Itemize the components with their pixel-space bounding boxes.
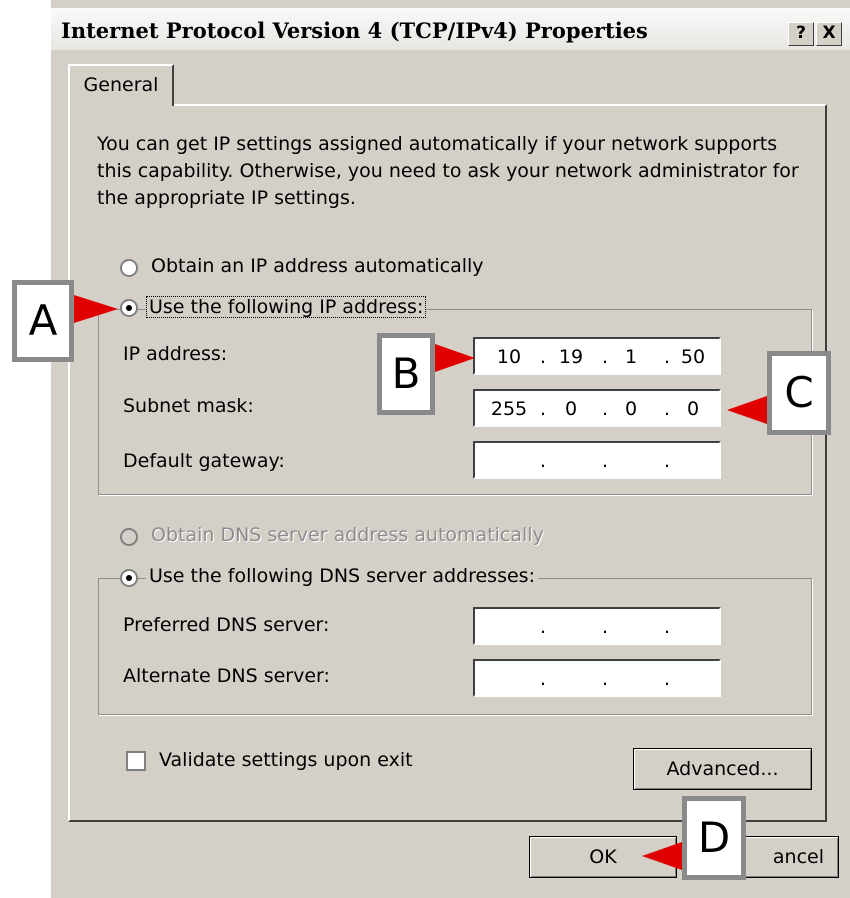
help-button[interactable]: ?: [788, 22, 814, 46]
use-following-ip-label[interactable]: Use the following IP address:: [146, 296, 427, 318]
callout-b: B: [377, 333, 435, 415]
dot: .: [663, 668, 671, 690]
dot: .: [539, 616, 547, 638]
callout-a: A: [12, 280, 74, 362]
advanced-button[interactable]: Advanced...: [633, 748, 812, 790]
callout-d-arrow: [642, 842, 682, 870]
mask-octet-4: 0: [686, 398, 700, 420]
ip-address-label: IP address:: [123, 343, 228, 365]
callout-b-arrow: [435, 344, 475, 372]
obtain-ip-automatically-radio[interactable]: [120, 259, 138, 277]
subnet-mask-input[interactable]: 255 . 0 . 0 . 0: [473, 389, 721, 427]
use-following-dns-label[interactable]: Use the following DNS server addresses:: [146, 565, 538, 587]
description-text: You can get IP settings assigned automat…: [97, 133, 799, 209]
use-following-dns-radio[interactable]: [120, 569, 138, 587]
dot: .: [601, 616, 609, 638]
mask-octet-1: 255: [490, 398, 528, 420]
dot: .: [663, 616, 671, 638]
default-gateway-input[interactable]: . . .: [473, 441, 721, 479]
dot: .: [539, 450, 547, 472]
mask-octet-2: 0: [564, 398, 578, 420]
window-title: Internet Protocol Version 4 (TCP/IPv4) P…: [61, 18, 648, 43]
dot: .: [601, 668, 609, 690]
tcpip-properties-dialog: Internet Protocol Version 4 (TCP/IPv4) P…: [50, 0, 850, 898]
obtain-dns-automatically-label[interactable]: Obtain DNS server address automatically: [151, 524, 544, 546]
default-gateway-label: Default gateway:: [123, 450, 285, 472]
mask-octet-3: 0: [624, 398, 638, 420]
callout-c: C: [767, 351, 831, 435]
dot: .: [539, 668, 547, 690]
validate-settings-checkbox[interactable]: [126, 751, 146, 771]
callout-d: D: [682, 796, 746, 880]
ip-octet-3: 1: [624, 346, 638, 368]
callout-a-arrow: [74, 295, 118, 323]
ip-octet-1: 10: [496, 346, 522, 368]
dot: .: [601, 450, 609, 472]
title-bar: Internet Protocol Version 4 (TCP/IPv4) P…: [51, 8, 850, 50]
validate-settings-label[interactable]: Validate settings upon exit: [159, 749, 413, 771]
obtain-dns-automatically-radio[interactable]: [120, 528, 138, 546]
ip-octet-4: 50: [680, 346, 706, 368]
close-button[interactable]: X: [816, 22, 842, 46]
preferred-dns-label: Preferred DNS server:: [123, 614, 330, 636]
tab-general[interactable]: General: [68, 64, 174, 106]
obtain-ip-automatically-label[interactable]: Obtain an IP address automatically: [151, 255, 484, 277]
subnet-mask-label: Subnet mask:: [123, 395, 254, 417]
ip-octet-2: 19: [558, 346, 584, 368]
dot: .: [663, 450, 671, 472]
alternate-dns-input[interactable]: . . .: [473, 659, 721, 697]
preferred-dns-input[interactable]: . . .: [473, 607, 721, 645]
ip-address-input[interactable]: 10 . 19 . 1 . 50: [473, 337, 721, 375]
callout-c-arrow: [727, 396, 767, 424]
use-following-ip-radio[interactable]: [120, 299, 138, 317]
alternate-dns-label: Alternate DNS server:: [123, 665, 330, 687]
